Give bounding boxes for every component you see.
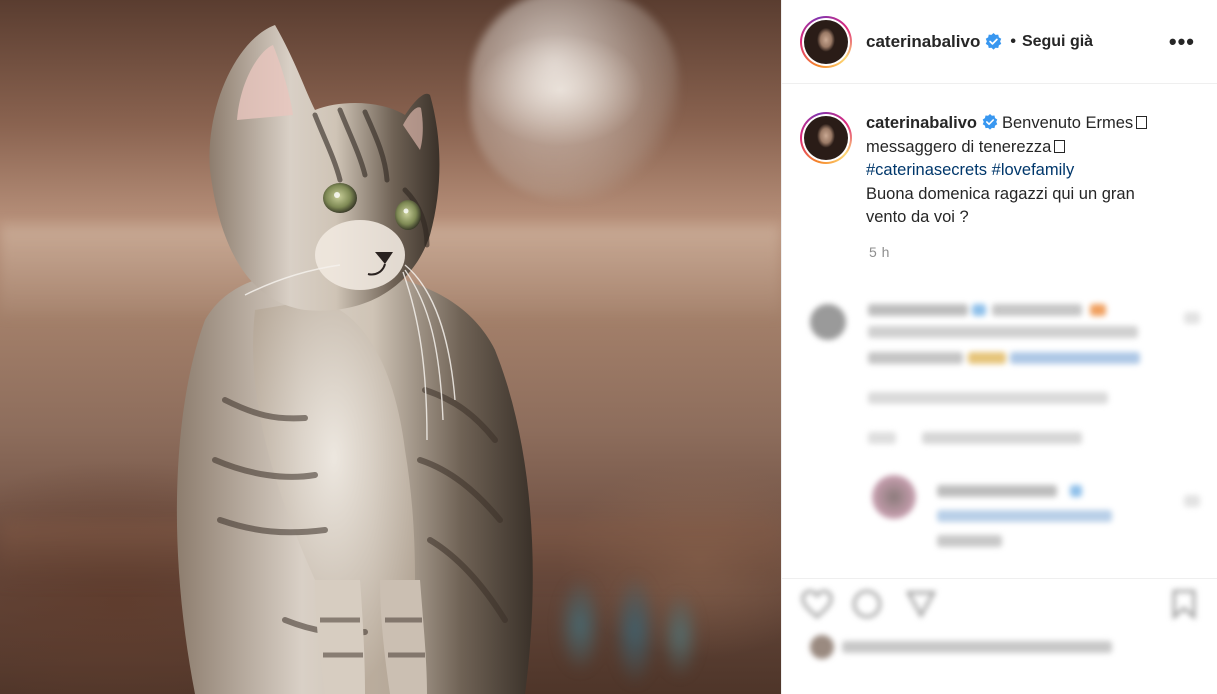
caption-line-2: messaggero di tenerezza bbox=[866, 137, 1052, 156]
caption-line-1: Benvenuto Ermes bbox=[1001, 114, 1134, 132]
comment-avatar bbox=[872, 475, 916, 519]
more-options-icon[interactable]: ••• bbox=[1169, 30, 1195, 52]
hashtag-link[interactable]: #lovefamily bbox=[992, 161, 1075, 179]
emoji-placeholder-icon bbox=[1136, 116, 1148, 129]
kitten-illustration bbox=[176, 25, 533, 694]
hashtag-link[interactable]: #caterinasecrets bbox=[866, 161, 987, 179]
emoji-placeholder-icon bbox=[1054, 139, 1066, 153]
comment-avatar bbox=[810, 304, 846, 340]
verified-badge-icon bbox=[986, 33, 1002, 50]
header-separator: • bbox=[1010, 32, 1016, 50]
post-photo[interactable] bbox=[0, 0, 781, 694]
post-actions bbox=[782, 578, 1217, 694]
post-caption: caterinabalivo Benvenuto Ermes messagger… bbox=[782, 84, 1217, 230]
post-sidebar: caterinabalivo • Segui già ••• caterinab… bbox=[781, 0, 1217, 694]
header-username[interactable]: caterinabalivo bbox=[866, 32, 980, 52]
caption-line-5: vento da voi ? bbox=[866, 208, 969, 226]
like-icon[interactable] bbox=[800, 587, 834, 621]
following-button[interactable]: Segui già bbox=[1022, 33, 1093, 51]
profile-avatar[interactable] bbox=[800, 15, 852, 68]
post-timestamp: 5 h bbox=[869, 243, 890, 260]
background-bottles bbox=[540, 545, 710, 694]
verified-badge-icon bbox=[982, 114, 998, 130]
comment-icon[interactable] bbox=[850, 587, 884, 621]
save-icon[interactable] bbox=[1167, 587, 1201, 621]
post-header: caterinabalivo • Segui già ••• bbox=[782, 0, 1217, 84]
caption-avatar[interactable] bbox=[800, 112, 852, 164]
blurred-comments bbox=[782, 290, 1217, 580]
caption-text: caterinabalivo Benvenuto Ermes messagger… bbox=[866, 112, 1186, 230]
caption-username[interactable]: caterinabalivo bbox=[866, 114, 977, 132]
share-icon[interactable] bbox=[904, 587, 938, 621]
caption-line-4: Buona domenica ragazzi qui un gran bbox=[866, 184, 1135, 203]
